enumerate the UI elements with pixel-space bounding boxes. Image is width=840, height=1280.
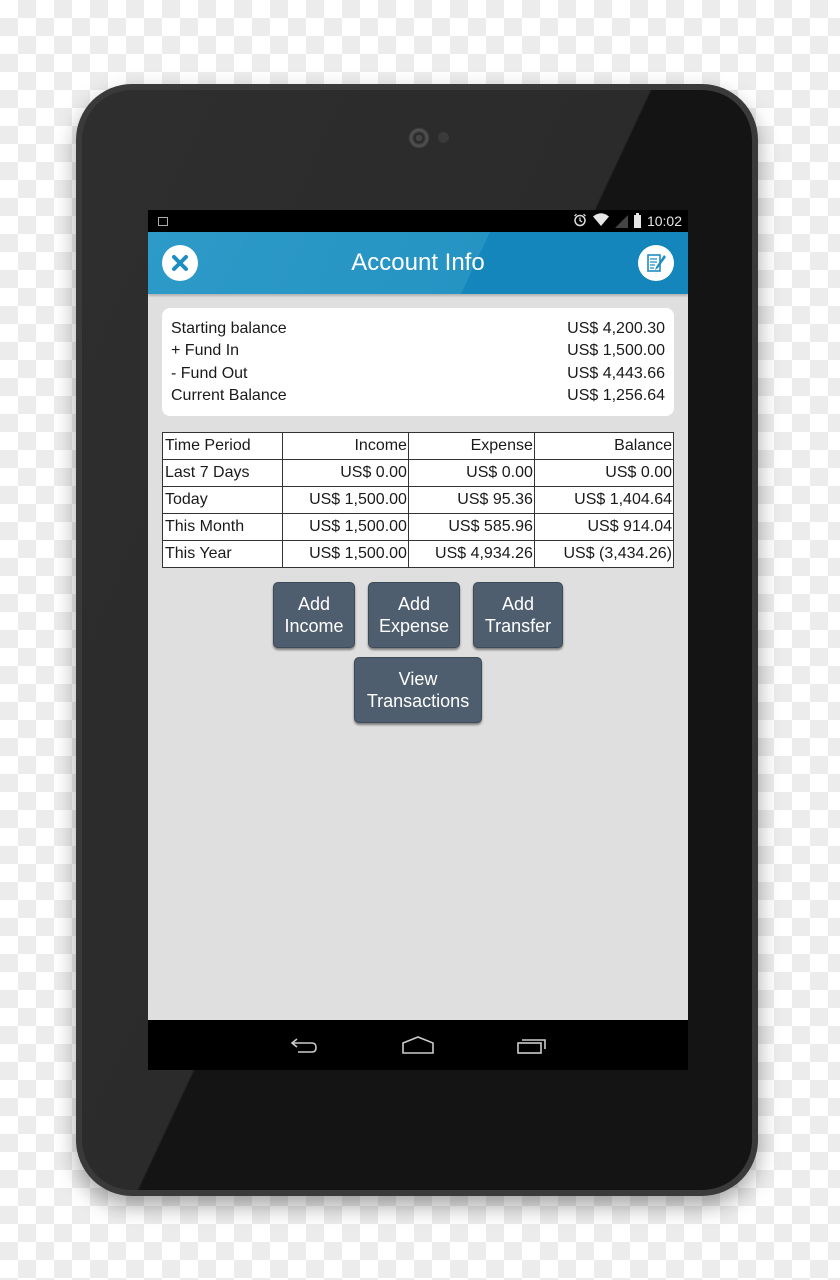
camera-icon <box>407 126 431 150</box>
table-cell: US$ 0.00 <box>533 459 675 488</box>
close-button[interactable] <box>162 245 198 281</box>
summary-value: US$ 4,443.66 <box>567 364 665 382</box>
table-row: This Month US$ 1,500.00 US$ 585.96 US$ 9… <box>162 513 675 542</box>
table-cell: US$ 1,500.00 <box>282 486 409 515</box>
button-label: Income <box>284 616 344 637</box>
summary-card: Starting balance US$ 4,200.30 + Fund In … <box>162 308 674 417</box>
add-transfer-button[interactable]: Add Transfer <box>473 582 563 649</box>
back-icon <box>290 1038 317 1053</box>
column-header: Expense <box>407 432 535 461</box>
column-header: Income <box>282 432 409 461</box>
signal-icon <box>614 214 628 228</box>
add-income-button[interactable]: Add Income <box>273 582 355 649</box>
table-row: Today US$ 1,500.00 US$ 95.36 US$ 1,404.6… <box>162 486 675 515</box>
app-bar: Account Info <box>148 232 688 294</box>
table-cell: US$ 914.04 <box>533 513 675 542</box>
home-button[interactable] <box>396 1030 440 1060</box>
table-header-row: Time Period Income Expense Balance <box>162 432 675 461</box>
page-title: Account Info <box>351 249 485 276</box>
recent-apps-button[interactable] <box>510 1030 554 1060</box>
picture-icon <box>158 216 168 226</box>
table-cell: US$ 1,500.00 <box>282 513 409 542</box>
summary-row: - Fund Out US$ 4,443.66 <box>171 363 665 385</box>
summary-row: Current Balance US$ 1,256.64 <box>171 385 665 407</box>
view-transactions-button[interactable]: View Transactions <box>354 657 482 724</box>
summary-row: Starting balance US$ 4,200.30 <box>171 318 665 340</box>
table-row: Last 7 Days US$ 0.00 US$ 0.00 US$ 0.00 <box>162 459 675 488</box>
summary-value: US$ 4,200.30 <box>567 320 665 337</box>
status-bar: 10:02 <box>148 210 688 232</box>
wifi-icon <box>592 213 609 229</box>
table-cell: US$ 585.96 <box>407 513 535 542</box>
summary-value: US$ 1,500.00 <box>567 342 665 360</box>
button-label: Expense <box>379 616 450 637</box>
edit-note-icon <box>647 254 666 272</box>
back-button[interactable] <box>282 1030 326 1060</box>
view-row: View Transactions <box>148 657 688 724</box>
table-cell: Last 7 Days <box>162 459 283 488</box>
action-buttons-row: Add Income Add Expense Add Transfer <box>148 582 688 649</box>
table-cell: US$ 0.00 <box>282 459 409 488</box>
table-cell: This Month <box>162 513 283 542</box>
table-cell: US$ 1,404.64 <box>533 486 675 515</box>
status-time: 10:02 <box>646 213 682 229</box>
table-cell: US$ 1,500.00 <box>282 540 409 569</box>
navigation-bar <box>148 1020 688 1070</box>
sensor-icon <box>438 132 449 143</box>
screen: 10:02 Account Info Starting balance US$ … <box>148 210 688 1070</box>
button-label: Add <box>397 594 431 615</box>
summary-label: + Fund In <box>171 342 240 360</box>
summary-label: - Fund Out <box>171 364 248 382</box>
period-table: Time Period Income Expense Balance Last … <box>162 432 675 569</box>
column-header: Balance <box>533 432 675 461</box>
table-cell: US$ (3,434.26) <box>533 540 675 569</box>
table-cell: Today <box>162 486 283 515</box>
recent-apps-icon <box>517 1039 546 1054</box>
summary-row: + Fund In US$ 1,500.00 <box>171 340 665 362</box>
summary-label: Starting balance <box>171 320 287 337</box>
table-cell: US$ 0.00 <box>407 459 535 488</box>
button-label: Transactions <box>366 691 470 712</box>
button-label: Add <box>297 594 331 615</box>
table-cell: US$ 4,934.26 <box>407 540 535 569</box>
battery-icon <box>633 212 641 228</box>
table-cell: US$ 95.36 <box>407 486 535 515</box>
button-label: View <box>398 669 438 690</box>
summary-value: US$ 1,256.64 <box>567 386 665 404</box>
alarm-icon <box>573 213 587 230</box>
button-label: Add <box>501 594 535 615</box>
summary-label: Current Balance <box>171 386 287 404</box>
close-icon <box>172 255 188 271</box>
add-expense-button[interactable]: Add Expense <box>368 582 460 649</box>
table-cell: This Year <box>162 540 283 569</box>
button-label: Transfer <box>484 616 552 637</box>
home-icon <box>402 1036 434 1054</box>
edit-button[interactable] <box>638 245 674 281</box>
table-row: This Year US$ 1,500.00 US$ 4,934.26 US$ … <box>162 540 675 569</box>
column-header: Time Period <box>162 432 283 461</box>
